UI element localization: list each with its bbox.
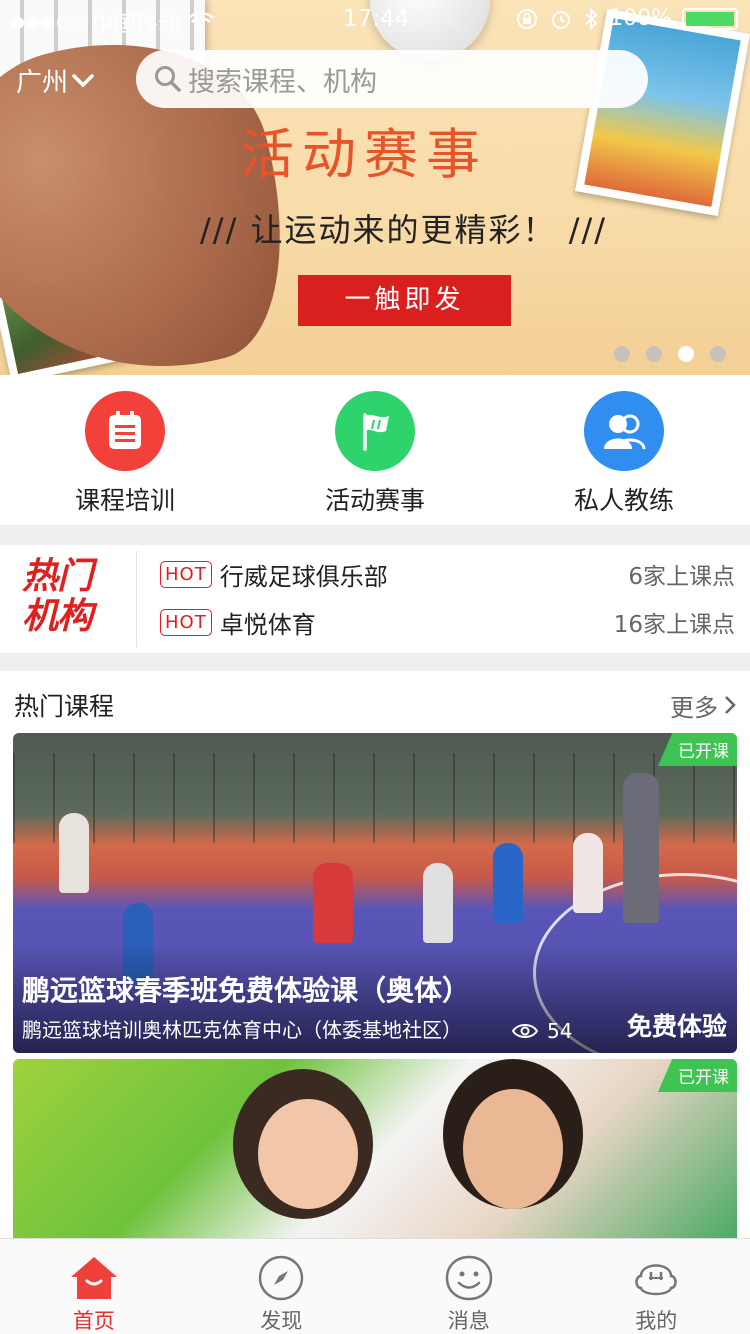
hot-org-item[interactable]: HOT 卓悦体育 16家上课点 bbox=[160, 604, 735, 640]
hot-org-item[interactable]: HOT 行威足球俱乐部 6家上课点 bbox=[160, 556, 735, 592]
hot-logo-line1: 热门 bbox=[22, 556, 93, 597]
course-card[interactable]: 已开课 bbox=[13, 1059, 737, 1239]
entry-events[interactable]: 活动赛事 bbox=[275, 391, 475, 517]
wifi-icon bbox=[188, 13, 214, 31]
view-count: 54 bbox=[511, 1019, 572, 1043]
search-placeholder: 搜索课程、机构 bbox=[188, 66, 377, 98]
alarm-icon bbox=[552, 10, 571, 29]
carousel-dot[interactable] bbox=[614, 346, 630, 362]
org-name: 行威足球俱乐部 bbox=[219, 562, 388, 591]
tab-home[interactable]: 首页 bbox=[0, 1239, 188, 1334]
home-icon bbox=[0, 1253, 188, 1303]
tab-label: 发现 bbox=[260, 1309, 303, 1333]
view-count-value: 54 bbox=[547, 1019, 573, 1043]
compass-icon bbox=[188, 1253, 376, 1303]
org-location-count: 6家上课点 bbox=[628, 564, 735, 590]
clock: 17:44 bbox=[343, 6, 410, 32]
search-input[interactable]: 搜索课程、机构 bbox=[136, 50, 648, 108]
section-title: 热门课程 bbox=[14, 692, 115, 721]
banner-cta-button[interactable]: 一触即发 bbox=[298, 275, 511, 326]
status-bar: 中国移动 17:44 100% bbox=[0, 0, 750, 40]
price-label: 免费体验 bbox=[626, 1012, 727, 1041]
tab-discover[interactable]: 发现 bbox=[188, 1239, 376, 1334]
tab-label: 消息 bbox=[447, 1309, 490, 1333]
tab-bar: 首页 发现 消息 我的 bbox=[0, 1238, 750, 1334]
person-figure bbox=[313, 863, 353, 943]
person-figure bbox=[573, 833, 603, 913]
search-icon bbox=[155, 66, 181, 92]
course-title: 鹏远篮球春季班免费体验课（奥体） bbox=[22, 974, 471, 1007]
status-badge: 已开课 bbox=[658, 1059, 737, 1092]
carousel-dot[interactable] bbox=[646, 346, 662, 362]
banner-subtitle: /// 让运动来的更精彩！ /// bbox=[200, 211, 608, 249]
org-name: 卓悦体育 bbox=[219, 610, 316, 639]
person-figure bbox=[623, 773, 659, 923]
chevron-down-icon bbox=[72, 73, 94, 87]
banner-title: 活动赛事 bbox=[240, 123, 488, 186]
battery-icon bbox=[682, 7, 738, 30]
signal-icon bbox=[12, 17, 84, 29]
more-link[interactable]: 更多 bbox=[670, 688, 736, 723]
entry-course-training[interactable]: 课程培训 bbox=[25, 391, 225, 517]
course-card[interactable]: 已开课 鹏远篮球春季班免费体验课（奥体） 鹏远篮球培训奥林匹克体育中心（体委基地… bbox=[13, 733, 737, 1053]
profile-icon bbox=[563, 1253, 750, 1303]
hot-org-logo: 热门 机构 bbox=[22, 557, 122, 641]
tab-profile[interactable]: 我的 bbox=[563, 1239, 750, 1334]
rotation-lock-icon bbox=[517, 8, 538, 29]
battery-percent: 100% bbox=[609, 6, 672, 31]
carousel-dot-active[interactable] bbox=[678, 346, 694, 362]
eye-icon bbox=[511, 1024, 539, 1038]
hot-organizations: 热门 机构 HOT 行威足球俱乐部 6家上课点 HOT 卓悦体育 16家上课点 bbox=[0, 545, 750, 653]
divider bbox=[136, 551, 137, 647]
hot-badge: HOT bbox=[160, 560, 212, 588]
tab-label: 首页 bbox=[72, 1309, 115, 1333]
entry-label: 课程培训 bbox=[74, 486, 175, 515]
more-label: 更多 bbox=[670, 693, 718, 722]
hot-courses: 热门课程 更多 已开课 鹏远篮球春季班免费体验课（奥体） 鹏远篮球培训奥林匹克体… bbox=[0, 671, 750, 1239]
carousel-indicator[interactable] bbox=[614, 346, 726, 362]
child-figure bbox=[258, 1099, 358, 1209]
hot-badge: HOT bbox=[160, 608, 212, 636]
bluetooth-icon bbox=[585, 7, 598, 30]
tab-label: 我的 bbox=[635, 1309, 678, 1333]
city-label: 广州 bbox=[16, 68, 69, 98]
chevron-right-icon bbox=[725, 696, 736, 714]
carousel-dot[interactable] bbox=[710, 346, 726, 362]
flag-icon bbox=[335, 391, 415, 471]
city-selector[interactable]: 广州 bbox=[16, 62, 94, 99]
entry-private-coach[interactable]: 私人教练 bbox=[524, 391, 724, 517]
child-figure bbox=[463, 1089, 563, 1209]
entry-label: 私人教练 bbox=[573, 486, 674, 515]
course-venue: 鹏远篮球培训奥林匹克体育中心（体委基地社区） bbox=[22, 1018, 462, 1042]
list-icon bbox=[85, 391, 165, 471]
entry-label: 活动赛事 bbox=[324, 486, 425, 515]
tab-messages[interactable]: 消息 bbox=[375, 1239, 563, 1334]
org-location-count: 16家上课点 bbox=[613, 612, 735, 638]
person-figure bbox=[59, 813, 89, 893]
smiley-icon bbox=[375, 1253, 563, 1303]
hot-logo-line2: 机构 bbox=[22, 596, 93, 637]
carrier-label: 中国移动 bbox=[92, 13, 181, 38]
category-entries: 课程培训 活动赛事 私人教练 bbox=[0, 375, 750, 525]
status-badge: 已开课 bbox=[658, 733, 737, 766]
person-figure bbox=[423, 863, 453, 943]
coach-icon bbox=[584, 391, 664, 471]
person-figure bbox=[493, 843, 523, 923]
